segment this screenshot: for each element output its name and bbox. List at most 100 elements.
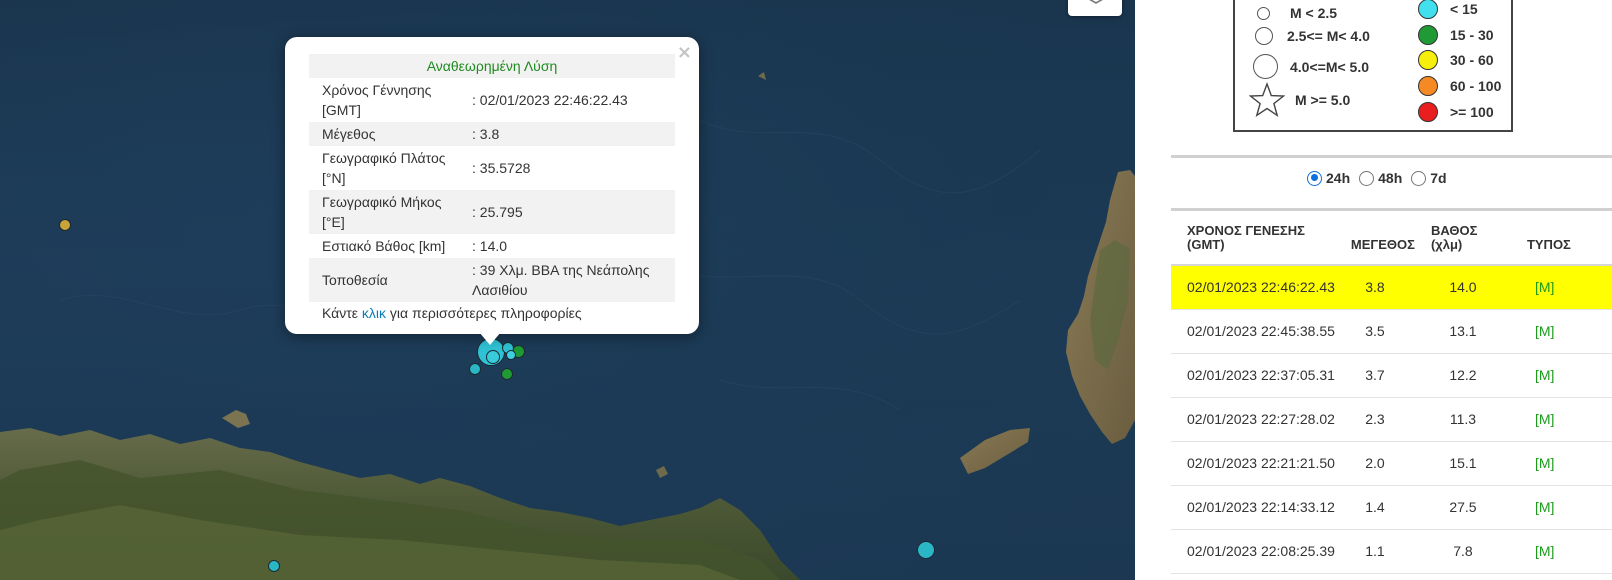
range-option-7d[interactable]: 7d	[1411, 170, 1447, 186]
circle-medium-icon	[1255, 27, 1273, 45]
cell-depth: 7.8	[1414, 529, 1511, 574]
legend-mag-label: M < 2.5	[1290, 5, 1338, 21]
cell-type: [M]	[1510, 309, 1612, 354]
cell-magnitude: 2.3	[1334, 397, 1415, 442]
cell-depth: 13.1	[1414, 309, 1511, 354]
legend-depth-row: 60 - 100	[1418, 76, 1501, 96]
legend-depth-row: 15 - 30	[1418, 25, 1494, 45]
circle-large-icon	[1253, 54, 1278, 79]
header-type[interactable]: ΤΥΠΟΣ	[1510, 213, 1612, 266]
legend-mag-row: M >= 5.0	[1248, 81, 1351, 118]
cell-type: [M]	[1510, 529, 1612, 574]
legend-depth-row: 30 - 60	[1418, 50, 1494, 70]
cell-type: [M]	[1510, 265, 1612, 310]
divider	[1171, 208, 1612, 211]
more-info-link[interactable]: κλικ	[362, 305, 386, 321]
legend-mag-row: 2.5<= M< 4.0	[1253, 27, 1370, 45]
legend-depth-label: < 15	[1450, 1, 1478, 17]
popup-key: Εστιακό Βάθος [km]	[322, 238, 446, 254]
popup-title: Αναθεωρημένη Λύση	[309, 54, 675, 78]
legend-mag-label: M >= 5.0	[1295, 92, 1351, 108]
depth-swatch	[1418, 25, 1438, 45]
earthquake-marker[interactable]	[469, 363, 481, 375]
cell-type: [M]	[1510, 397, 1612, 442]
range-label: 7d	[1430, 170, 1447, 186]
cell-depth: 27.5	[1414, 485, 1511, 530]
cell-type: [M]	[1510, 485, 1612, 530]
popup-pointer	[479, 332, 501, 345]
popup-key: Γεωγραφικό Μήκος [°E]	[309, 190, 459, 234]
divider	[1171, 155, 1612, 158]
layers-control[interactable]	[1068, 0, 1122, 16]
legend-depth-row: < 15	[1418, 0, 1478, 19]
cell-time: 02/01/2023 22:08:25.39	[1171, 529, 1335, 574]
popup-key: Μέγεθος	[309, 122, 459, 146]
popup-key: Γεωγραφικό Πλάτος [°N]	[322, 150, 446, 186]
header-time[interactable]: ΧΡΟΝΟΣ ΓΕΝΕΣΗΣ (GMT)	[1171, 213, 1335, 266]
cell-magnitude: 3.7	[1334, 353, 1415, 398]
legend-mag-row: 4.0<=M< 5.0	[1253, 54, 1369, 79]
range-label: 48h	[1378, 170, 1403, 186]
star-icon	[1248, 81, 1286, 118]
close-icon[interactable]: ×	[677, 42, 692, 63]
cell-time: 02/01/2023 22:27:28.02	[1171, 397, 1335, 442]
table-row[interactable]: 02/01/2023 22:14:33.12 1.4 27.5 [M]	[1171, 485, 1612, 530]
header-depth[interactable]: ΒΑΘΟΣ (χλμ)	[1414, 213, 1511, 266]
popup-value: : 35.5728	[472, 160, 531, 176]
cell-depth: 15.1	[1414, 441, 1511, 486]
popup-key: Τοποθεσία	[309, 258, 459, 302]
legend-mag-label: 4.0<=M< 5.0	[1290, 58, 1370, 75]
earthquake-marker[interactable]	[59, 219, 71, 231]
cell-time: 02/01/2023 22:46:22.43	[1171, 265, 1335, 310]
more-suffix: για περισσότερες πληροφορίες	[386, 305, 582, 321]
more-prefix: Κάντε	[322, 305, 362, 321]
layers-icon	[1088, 0, 1104, 4]
cell-time: 02/01/2023 22:37:05.31	[1171, 353, 1335, 398]
earthquake-marker[interactable]	[268, 560, 280, 572]
legend: M < 2.5 2.5<= M< 4.0 4.0<=M< 5.0 M >= 5.…	[1233, 0, 1513, 132]
popup-key: Χρόνος Γέννησης [GMT]	[322, 82, 432, 118]
legend-depth-label: 15 - 30	[1450, 27, 1494, 43]
sidebar: M < 2.5 2.5<= M< 4.0 4.0<=M< 5.0 M >= 5.…	[1135, 0, 1612, 580]
depth-swatch	[1418, 76, 1438, 96]
legend-depth-label: >= 100	[1450, 104, 1494, 120]
table-row[interactable]: 02/01/2023 22:46:22.43 3.8 14.0 [M]	[1171, 265, 1612, 310]
legend-mag-label: 2.5<= M< 4.0	[1287, 28, 1370, 44]
radio-48h[interactable]	[1359, 170, 1375, 186]
table-row[interactable]: 02/01/2023 22:37:05.31 3.7 12.2 [M]	[1171, 353, 1612, 398]
earthquake-popup: × Αναθεωρημένη Λύση Χρόνος Γέννησης [GMT…	[285, 37, 699, 334]
range-option-48h[interactable]: 48h	[1359, 170, 1402, 186]
cell-type: [M]	[1510, 353, 1612, 398]
popup-value: : 39 Χλμ. ΒΒΑ της Νεάπολης Λασιθίου	[459, 258, 675, 302]
earthquake-marker[interactable]	[501, 368, 513, 380]
popup-value: : 14.0	[472, 238, 508, 254]
table-row[interactable]: 02/01/2023 22:08:25.39 1.1 7.8 [M]	[1171, 529, 1612, 574]
time-range-selector: 24h 48h 7d	[1307, 170, 1456, 186]
cell-time: 02/01/2023 22:21:21.50	[1171, 441, 1335, 486]
earthquake-marker[interactable]	[506, 350, 516, 360]
table-row[interactable]: 02/01/2023 22:27:28.02 2.3 11.3 [M]	[1171, 397, 1612, 442]
radio-7d[interactable]	[1411, 170, 1427, 186]
cell-magnitude: 3.8	[1334, 265, 1415, 310]
earthquake-marker[interactable]	[486, 350, 500, 364]
radio-24h[interactable]	[1307, 170, 1322, 186]
popup-value: : 25.795	[459, 190, 675, 234]
range-option-24h[interactable]: 24h	[1307, 170, 1350, 186]
earthquake-list: ΧΡΟΝΟΣ ΓΕΝΕΣΗΣ (GMT) ΜΕΓΕΘΟΣ ΒΑΘΟΣ (χλμ)…	[1171, 213, 1612, 574]
legend-depth-label: 60 - 100	[1450, 78, 1502, 94]
map-view[interactable]: × Αναθεωρημένη Λύση Χρόνος Γέννησης [GMT…	[0, 0, 1135, 580]
table-header: ΧΡΟΝΟΣ ΓΕΝΕΣΗΣ (GMT) ΜΕΓΕΘΟΣ ΒΑΘΟΣ (χλμ)…	[1171, 213, 1612, 266]
depth-swatch	[1418, 102, 1438, 122]
earthquake-marker[interactable]	[917, 541, 935, 559]
table-row[interactable]: 02/01/2023 22:45:38.55 3.5 13.1 [M]	[1171, 309, 1612, 354]
cell-magnitude: 1.1	[1334, 529, 1415, 574]
cell-time: 02/01/2023 22:14:33.12	[1171, 485, 1335, 530]
cell-depth: 12.2	[1414, 353, 1511, 398]
cell-depth: 14.0	[1414, 265, 1511, 310]
popup-more-info: Κάντε κλικ για περισσότερες πληροφορίες	[309, 302, 675, 325]
header-magnitude[interactable]: ΜΕΓΕΘΟΣ	[1334, 213, 1415, 266]
table-row[interactable]: 02/01/2023 22:21:21.50 2.0 15.1 [M]	[1171, 441, 1612, 486]
cell-magnitude: 1.4	[1334, 485, 1415, 530]
depth-swatch	[1418, 50, 1438, 70]
cell-magnitude: 3.5	[1334, 309, 1415, 354]
